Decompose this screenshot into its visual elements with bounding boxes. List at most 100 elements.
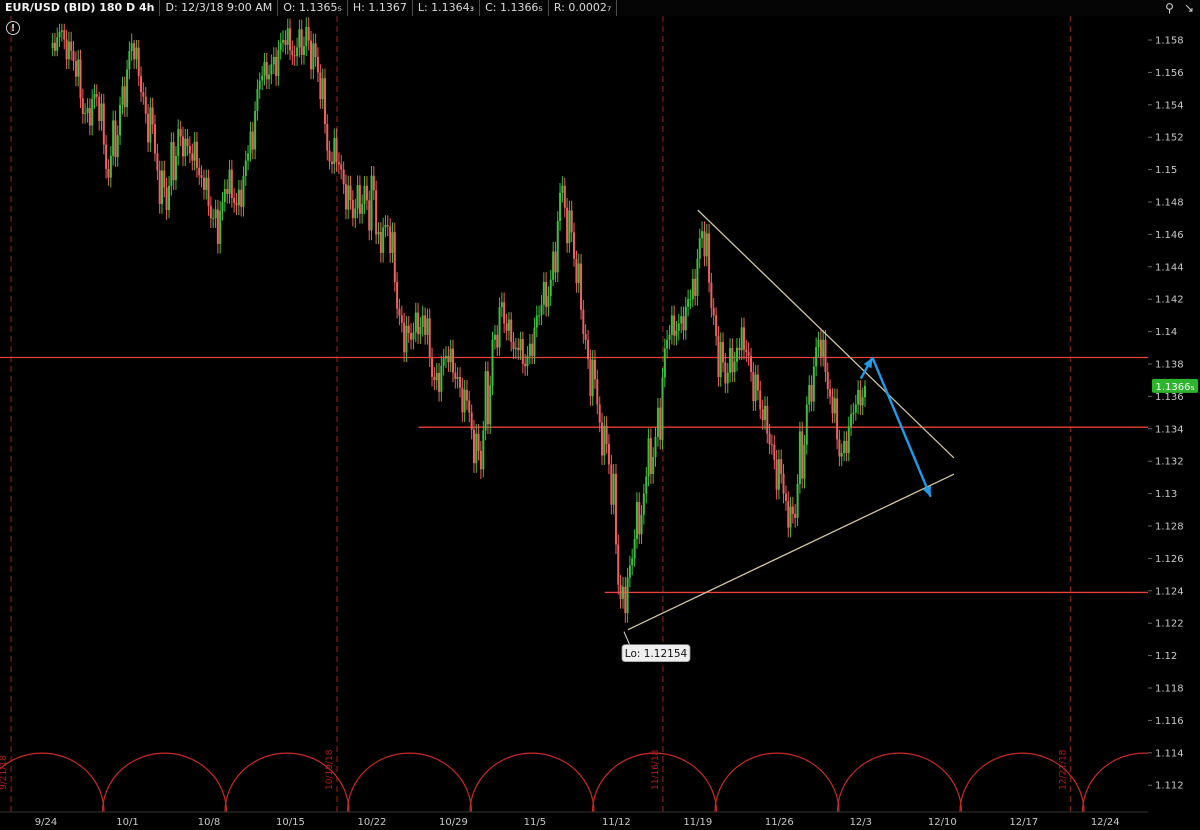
candle-body [817, 339, 820, 348]
low-annotation: Lo: 1.12154 [621, 631, 691, 663]
price-chart[interactable]: Lo: 1.12154 1.158 1.156 1.154 1.152 1.15 1.14… [0, 0, 1200, 830]
y-tick-label: 1.142 [1155, 295, 1184, 306]
candle-body [405, 325, 408, 353]
candle-body [782, 473, 785, 494]
candle-body [419, 326, 422, 335]
candle-body [342, 169, 345, 185]
candle-body [833, 398, 836, 414]
candle-body [838, 439, 841, 457]
last-price-badge: 1.1366₅ [1152, 378, 1198, 393]
candle-body [726, 372, 729, 384]
candle-body [193, 141, 196, 161]
x-tick-label: 10/8 [198, 817, 220, 828]
candle-body [747, 352, 750, 356]
candle-body [195, 141, 198, 168]
candle-body [512, 341, 515, 350]
candle-body [307, 27, 310, 41]
candle-body [261, 75, 264, 81]
candle-body [673, 315, 676, 336]
candle-body [750, 355, 753, 372]
x-tick-label: 12/10 [928, 817, 957, 828]
candle-body [258, 80, 261, 90]
candle-body [470, 412, 473, 430]
cycle-date-label: 11/16/18 [651, 749, 661, 790]
info-icon[interactable]: ! [6, 21, 20, 35]
candle-body [438, 372, 441, 392]
candle-body [237, 189, 240, 206]
candle-body [580, 263, 583, 310]
candle-body [796, 483, 799, 518]
candle-body [684, 306, 687, 331]
cycle-arcs [0, 752, 1200, 813]
candle-body [803, 444, 806, 479]
candle-body [703, 231, 706, 257]
candle-body [140, 76, 143, 93]
candle-body [84, 112, 87, 114]
candle-body [375, 190, 378, 235]
candle-body [412, 332, 415, 340]
session-dividers [10, 16, 1071, 812]
top-icons: ⚲ ↘ [1165, 0, 1194, 16]
candle-body [323, 78, 326, 124]
candle-body [56, 37, 59, 51]
candle-body [107, 168, 110, 178]
candle-body [710, 282, 713, 308]
candle-body [319, 72, 322, 100]
y-tick-label: 1.124 [1155, 586, 1184, 597]
candle-body [393, 232, 396, 282]
horizontal-levels[interactable] [0, 356, 1148, 594]
candle-body [722, 342, 725, 363]
y-tick-label: 1.144 [1155, 262, 1184, 273]
collapse-arrow-icon[interactable]: ↘ [1184, 0, 1194, 16]
candle-body [158, 170, 161, 204]
candle-body [733, 361, 736, 373]
candle-body [351, 200, 354, 219]
candle-body [363, 185, 366, 205]
candle-body [414, 312, 417, 333]
candle-body [619, 584, 622, 599]
candle-body [456, 376, 459, 379]
candle-body [442, 358, 445, 366]
candle-body [475, 433, 478, 464]
candle-body [272, 57, 275, 65]
candle-body [624, 586, 627, 614]
symbol-label[interactable]: EUR/USD (BID) 180 D 4h [0, 0, 161, 16]
candle-body [575, 258, 578, 283]
candle-body [798, 431, 801, 484]
candle-body [472, 429, 475, 464]
candle-body [333, 138, 336, 164]
candle-body [794, 513, 797, 518]
candle-body [386, 225, 389, 227]
candle-body [233, 197, 236, 203]
x-axis: 9/24 10/1 10/8 10/15 10/22 10/29 11/5 11/12 11/1… [0, 811, 1200, 830]
candle-body [119, 104, 122, 136]
x-tick-label: 12/3 [850, 817, 872, 828]
pin-icon[interactable]: ⚲ [1165, 0, 1174, 16]
candle-body [340, 164, 343, 170]
candle-body [840, 453, 843, 457]
candle-body [312, 43, 315, 70]
candle-body [491, 339, 494, 386]
candle-body [729, 348, 732, 373]
candle-body [831, 396, 834, 414]
candle-body [93, 94, 96, 99]
y-tick-label: 1.14 [1155, 327, 1177, 338]
candle-body [852, 412, 855, 415]
candle-body [773, 445, 776, 460]
candle-body [577, 263, 580, 283]
candle-body [230, 169, 233, 198]
candle-body [251, 131, 254, 150]
x-tick-label: 12/24 [1091, 817, 1120, 828]
trend-lines[interactable] [627, 209, 955, 631]
candle-body [535, 315, 538, 328]
candle-body [163, 170, 166, 188]
candle-body [331, 161, 333, 164]
candle-body [144, 96, 147, 114]
candle-body [79, 59, 82, 99]
candle-body [344, 184, 347, 210]
y-tick-label: 1.118 [1155, 684, 1184, 695]
candle-body [489, 385, 492, 425]
candle-body [67, 41, 70, 60]
low-connector [623, 631, 631, 646]
candle-body [270, 64, 273, 75]
